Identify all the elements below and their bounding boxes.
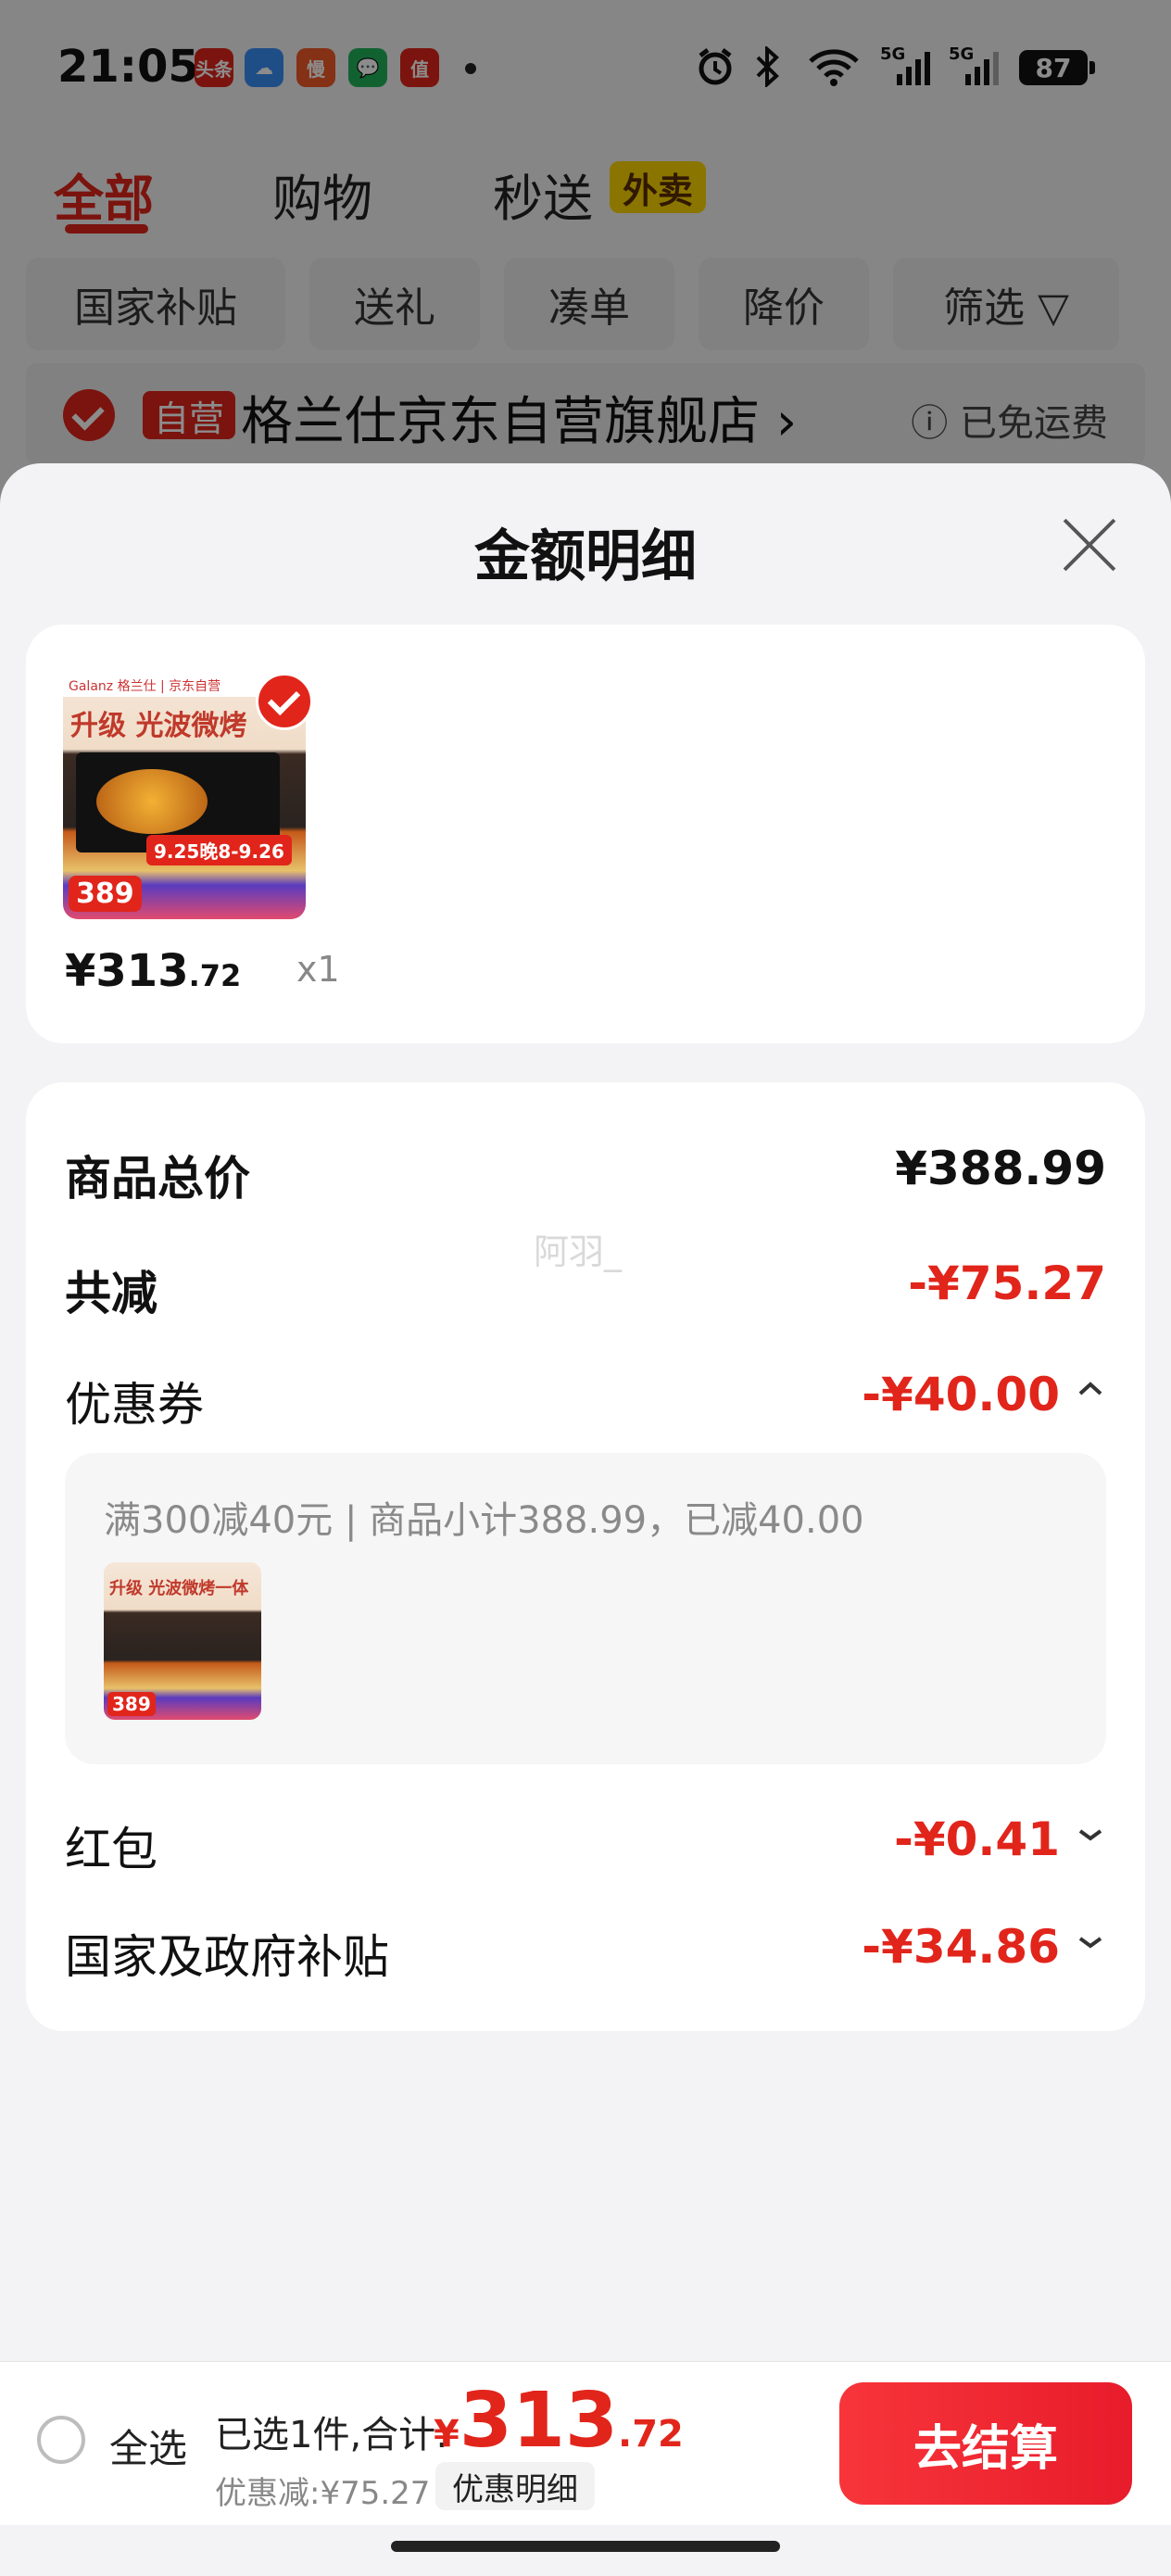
red-packet-label[interactable]: 红包 bbox=[65, 1812, 157, 1879]
amount-detail-sheet: 金额明细 Galanz 格兰仕 | 京东自营 升级 光波微烤 9.25晚8-9.… bbox=[0, 463, 1171, 2576]
sheet-title: 金额明细 bbox=[474, 524, 697, 589]
red-packet-value[interactable]: -¥0.41 bbox=[894, 1812, 1060, 1866]
total-decimal: .72 bbox=[618, 2413, 684, 2456]
price-breakdown-card: 商品总价 ¥388.99 阿羽_ 共减 -¥75.27 优惠券 -¥40.00 … bbox=[26, 1082, 1145, 2031]
item-price-integer: ¥313 bbox=[65, 945, 189, 997]
checkout-bar: 全选 已选1件,合计: ¥313.72 优惠减:¥75.27 优惠明细 去结算 bbox=[0, 2361, 1171, 2525]
chevron-down-icon[interactable] bbox=[1075, 1918, 1106, 1968]
chevron-up-icon[interactable] bbox=[1075, 1366, 1106, 1416]
watermark-text: 阿羽_ bbox=[534, 1231, 623, 1272]
government-subsidy-label[interactable]: 国家及政府补贴 bbox=[65, 1920, 389, 1987]
home-indicator[interactable] bbox=[391, 2541, 780, 2552]
total-reduction-label: 共减 bbox=[65, 1267, 157, 1320]
total-integer: 313 bbox=[459, 2377, 619, 2465]
selected-item-card: Galanz 格兰仕 | 京东自营 升级 光波微烤 9.25晚8-9.26 38… bbox=[26, 625, 1145, 1043]
select-all-radio[interactable] bbox=[37, 2416, 85, 2464]
product-image-price: 389 bbox=[69, 876, 142, 912]
coupon-label[interactable]: 优惠券 bbox=[65, 1368, 204, 1434]
selection-summary: 已选1件,合计: bbox=[215, 2414, 448, 2456]
item-price-decimal: .72 bbox=[188, 958, 242, 993]
chevron-down-icon[interactable] bbox=[1075, 1811, 1106, 1861]
total-reduction-value: -¥75.27 bbox=[908, 1256, 1106, 1310]
coupon-detail-panel: 满300减40元 | 商品小计388.99，已减40.00 升级 光波微烤一体 … bbox=[65, 1453, 1106, 1764]
total-amount: ¥313.72 bbox=[434, 2377, 684, 2465]
total-currency-symbol: ¥ bbox=[434, 2413, 460, 2456]
modal-dim-overlay[interactable] bbox=[0, 0, 1171, 519]
total-price-label: 商品总价 bbox=[65, 1152, 250, 1206]
close-icon[interactable] bbox=[1058, 513, 1121, 576]
coupon-thumbnail-price: 389 bbox=[107, 1692, 156, 1716]
item-selected-check-icon bbox=[256, 673, 313, 730]
coupon-value[interactable]: -¥40.00 bbox=[862, 1368, 1060, 1421]
discount-summary: 优惠减:¥75.27 bbox=[215, 2475, 431, 2512]
select-all-label[interactable]: 全选 bbox=[109, 2418, 187, 2474]
discount-detail-button[interactable]: 优惠明细 bbox=[435, 2462, 595, 2510]
item-quantity: x1 bbox=[296, 949, 340, 990]
food-illustration bbox=[96, 769, 208, 834]
coupon-detail-text: 满300减40元 | 商品小计388.99，已减40.00 bbox=[104, 1499, 864, 1542]
item-price: ¥313.72 bbox=[65, 945, 241, 997]
total-price-value: ¥388.99 bbox=[895, 1142, 1106, 1195]
product-image-date: 9.25晚8-9.26 bbox=[146, 835, 292, 865]
product-image-title: 升级 光波微烤 bbox=[70, 710, 247, 742]
coupon-product-thumbnail: 升级 光波微烤一体 389 bbox=[104, 1562, 261, 1720]
checkout-button[interactable]: 去结算 bbox=[839, 2382, 1132, 2505]
government-subsidy-value[interactable]: -¥34.86 bbox=[862, 1920, 1060, 1974]
coupon-thumbnail-title: 升级 光波微烤一体 bbox=[109, 1579, 249, 1598]
